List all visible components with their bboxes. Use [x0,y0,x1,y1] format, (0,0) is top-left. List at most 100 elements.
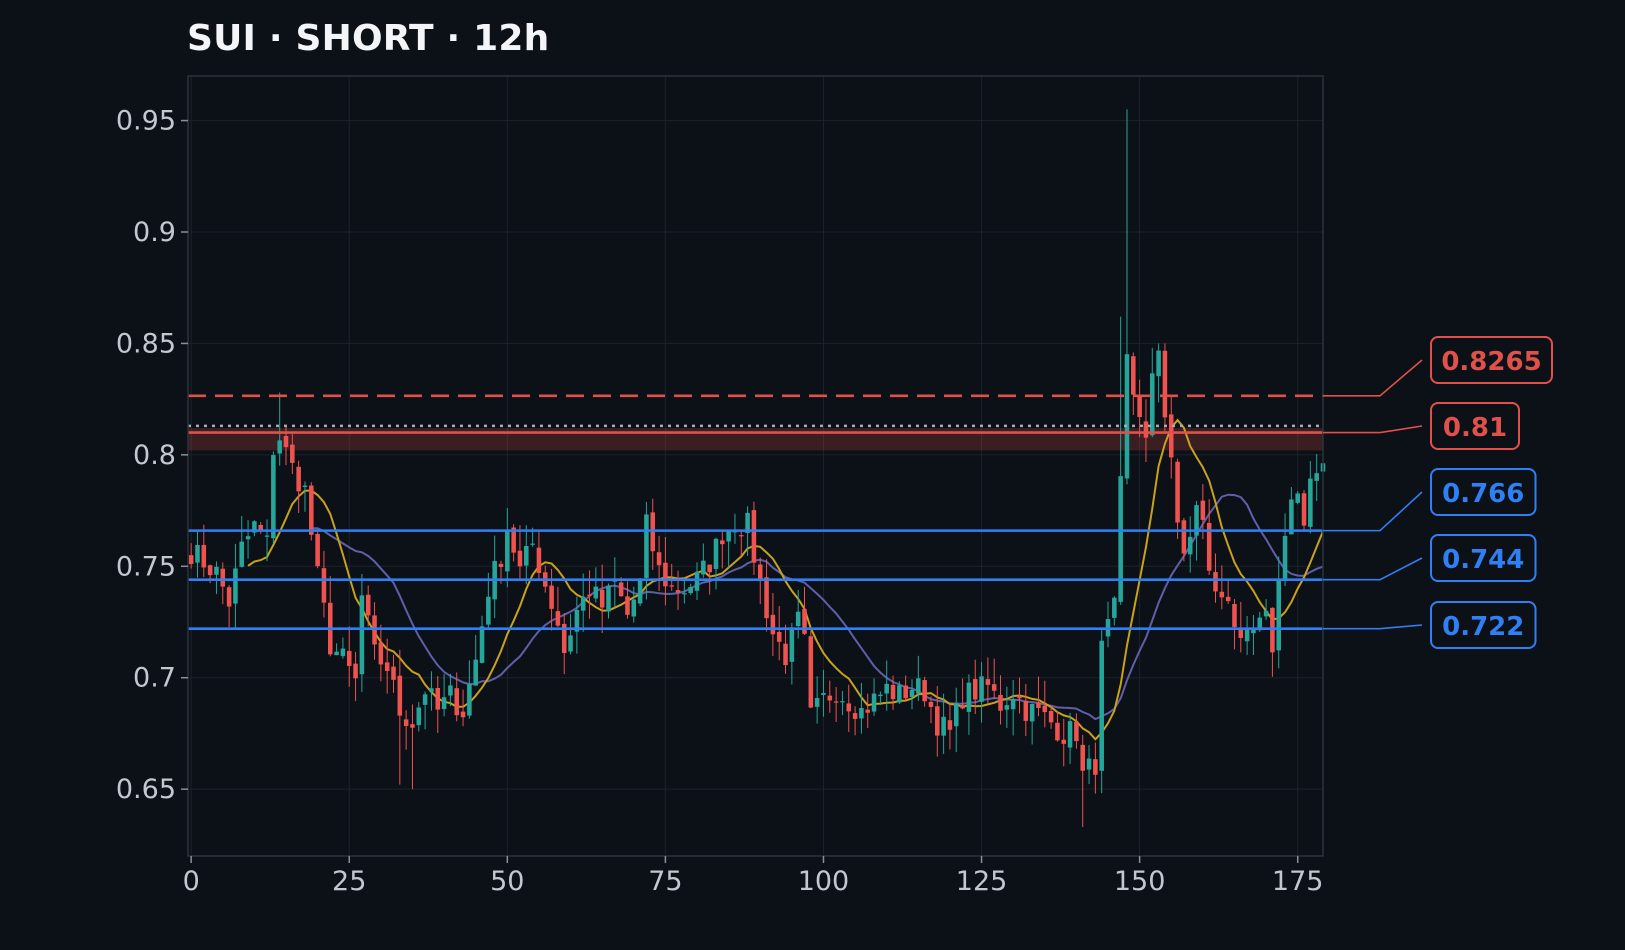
candle-body [757,564,763,581]
plot-frame [187,75,1324,857]
candle-body [979,676,984,702]
candle-body [922,680,927,702]
candle-body [315,533,320,567]
candle-body [1099,640,1104,771]
y-tick-label: 0.85 [116,328,176,359]
candle-body [384,662,390,671]
level-labels-layer: 0.8265 0.81 0.766 0.744 0.722 [1323,336,1553,649]
candle-body [738,535,744,537]
x-tick-label: 75 [648,866,682,897]
candle-body [207,565,213,576]
x-tick-label: 50 [490,866,524,897]
candle-body [271,455,276,539]
candle-body [517,550,523,567]
candle-body [852,713,858,719]
candle-body [568,635,573,652]
candle-body [587,594,592,596]
candle-body [814,698,820,707]
candle-body [290,444,295,463]
candle-body [935,706,940,736]
candle-body [1010,698,1016,710]
y-tick-label: 0.9 [133,217,176,248]
candle-body [675,590,681,593]
candle-body [1251,629,1256,634]
candle-body [245,536,251,540]
candle-body [1004,705,1010,710]
y-tick-label: 0.65 [116,774,176,805]
candle-body [1023,700,1029,721]
candle-body [1143,421,1149,438]
candle-body [903,685,908,699]
candle-body [365,594,371,616]
candle-body [707,564,712,573]
candle-body [1219,591,1225,598]
candle-body [783,643,788,666]
candle-body [372,615,377,645]
candle-body [505,529,510,572]
candle-body [985,679,991,685]
candle-body [833,701,839,703]
candle-body [473,659,478,686]
candle-body [467,683,472,716]
candle-body [498,563,504,568]
candle-body [663,562,668,587]
candle-body [524,546,529,566]
candle-body [701,560,706,575]
candle-body [1055,722,1060,741]
candles-layer [188,109,1326,828]
candle-body [233,568,238,604]
candle-body [195,545,200,563]
candle-body [410,724,415,728]
candle-body [188,555,194,565]
candle-body [359,595,365,675]
level-connector [1323,359,1423,397]
level-label-text: 0.722 [1442,612,1524,642]
candle-body [682,593,687,595]
candle-body [840,701,845,703]
candle-body [1314,473,1319,481]
candle-body [1093,759,1098,775]
candle-body [403,719,409,727]
candle-body [776,631,782,642]
candle-body [688,587,693,594]
y-tick-label: 0.8 [133,440,176,471]
candle-body [821,693,826,695]
candlestick-chart: 0 25 50 75 100 125 150 175 0.65 0.7 0.75 0.8 0.85 0.9… [116,75,1553,897]
x-tick-label: 175 [1272,866,1324,897]
candle-body [1295,493,1300,503]
candle-body [644,514,649,578]
candle-body [802,609,807,634]
candle-body [859,708,864,719]
candle-body [928,701,934,707]
candle-body [429,688,434,692]
candle-body [618,582,624,597]
candle-body [916,678,921,694]
candle-body [751,510,757,563]
candle-body [454,688,460,716]
candle-body [460,711,466,718]
candle-body [555,611,561,626]
candle-body [1067,721,1073,748]
candle-body [309,485,314,535]
candle-body [416,707,422,726]
candle-body [1175,461,1180,523]
candle-body [353,663,358,679]
candle-body [397,675,403,716]
candle-body [941,716,946,736]
candle-body [897,685,902,703]
candle-body [884,683,889,694]
level-label-text: 0.81 [1443,413,1507,443]
candle-body [1137,396,1142,418]
grid-layer [188,76,1323,856]
candle-body [1200,500,1206,520]
candle-body [346,650,352,666]
level-label-text: 0.8265 [1441,347,1541,377]
candle-body [599,589,605,608]
x-tick-label: 0 [183,866,200,897]
candle-body [391,666,396,680]
candle-body [606,585,611,612]
candle-body [1308,478,1313,527]
candle-body [264,535,270,537]
candle-body [878,694,883,697]
candle-body [1301,493,1307,526]
